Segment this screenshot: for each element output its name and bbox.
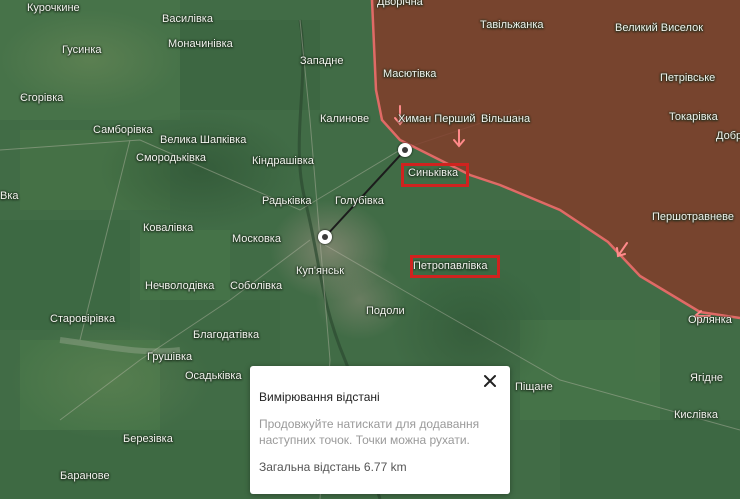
place-label: Нечволодівка (145, 280, 215, 292)
place-label: Старовірівка (50, 313, 116, 325)
place-label: Грушівка (147, 351, 193, 363)
total-distance: Загальна відстань 6.77 km (259, 460, 407, 474)
measure-point[interactable] (398, 143, 412, 157)
highlight-box-petropavlivka (410, 255, 500, 278)
place-label: Великий Виселок (615, 22, 704, 34)
place-label: Химан Перший (398, 113, 476, 125)
panel-hint: Продовжуйте натискати для додавання наст… (259, 417, 480, 447)
place-label: Западне (300, 55, 344, 67)
place-label: Московка (232, 233, 281, 245)
place-label: Добр (716, 130, 740, 142)
place-label: Радьківка (262, 195, 312, 207)
distance-measure-panel: Вимірювання відстані Продовжуйте натиска… (250, 366, 510, 494)
place-label: Першотравневе (652, 211, 734, 223)
place-label: Масютівка (383, 68, 437, 80)
close-icon[interactable] (479, 370, 501, 392)
place-label: Вка (0, 190, 19, 202)
place-label: Василівка (162, 13, 213, 25)
place-label: Осадьківка (185, 370, 242, 382)
place-label: Вільшана (481, 113, 531, 125)
place-label: Голубівка (335, 195, 384, 207)
place-label: Куп'янськ (296, 265, 345, 277)
highlight-box-synkivka (401, 163, 469, 187)
place-label: Смородьківка (136, 152, 207, 164)
place-label: Курочкине (27, 2, 80, 14)
place-label: Піщане (515, 381, 553, 393)
place-label: Петрівське (660, 72, 716, 84)
place-label: Кіндрашівка (252, 155, 314, 167)
place-label: Гусинка (62, 44, 102, 56)
place-label: Кислівка (674, 409, 718, 421)
measure-point[interactable] (318, 230, 332, 244)
place-label: Самборівка (93, 124, 153, 136)
place-label: Соболівка (230, 280, 283, 292)
place-label: Подоли (366, 305, 405, 317)
place-label: Калинове (320, 113, 370, 125)
place-label: Орлянка (688, 314, 732, 326)
place-label: Велика Шапківка (160, 134, 247, 146)
place-label: Тавільжанка (480, 19, 544, 31)
place-label: Благодатівка (193, 329, 260, 341)
place-label: Дворічна (377, 0, 423, 8)
place-label: Березівка (123, 433, 173, 445)
place-label: Ковалівка (143, 222, 194, 234)
place-label: Єгорівка (20, 92, 64, 104)
place-label: Токарівка (669, 111, 718, 123)
panel-title: Вимірювання відстані (259, 390, 380, 404)
place-label: Баранове (60, 470, 110, 482)
place-label: Ягідне (690, 372, 724, 384)
place-label: Моначинівка (168, 38, 233, 50)
